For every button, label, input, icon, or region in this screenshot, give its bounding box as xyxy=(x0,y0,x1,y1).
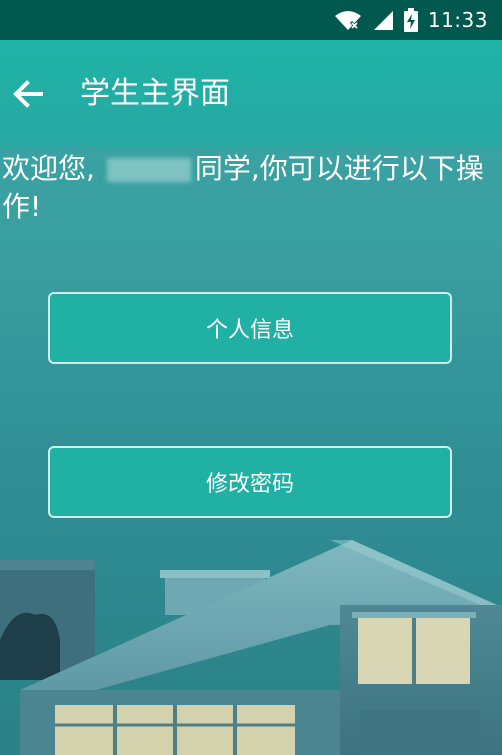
status-bar: 11:33 xyxy=(0,0,502,40)
battery-charging-icon xyxy=(403,8,418,32)
welcome-prefix: 欢迎您, xyxy=(2,152,95,185)
wifi-icon xyxy=(334,11,361,31)
arrow-left-icon xyxy=(13,80,43,108)
change-password-label: 修改密码 xyxy=(205,472,294,497)
app-bar: 学生主界面 xyxy=(0,40,502,148)
change-password-button[interactable]: 修改密码 xyxy=(48,446,452,518)
status-time: 11:33 xyxy=(427,8,488,32)
personal-info-button[interactable]: 个人信息 xyxy=(48,292,452,364)
redacted-student-name xyxy=(106,158,191,182)
back-button[interactable] xyxy=(6,72,50,116)
screen: 11:33 学生主界面 欢迎您, 同学,你可以进行以下操作! 个人信息 修改密码 xyxy=(0,0,502,755)
background-illustration xyxy=(0,540,502,755)
page-title: 学生主界面 xyxy=(80,76,230,111)
welcome-message: 欢迎您, 同学,你可以进行以下操作! xyxy=(2,150,500,226)
signal-icon xyxy=(373,11,393,30)
personal-info-label: 个人信息 xyxy=(205,318,294,343)
